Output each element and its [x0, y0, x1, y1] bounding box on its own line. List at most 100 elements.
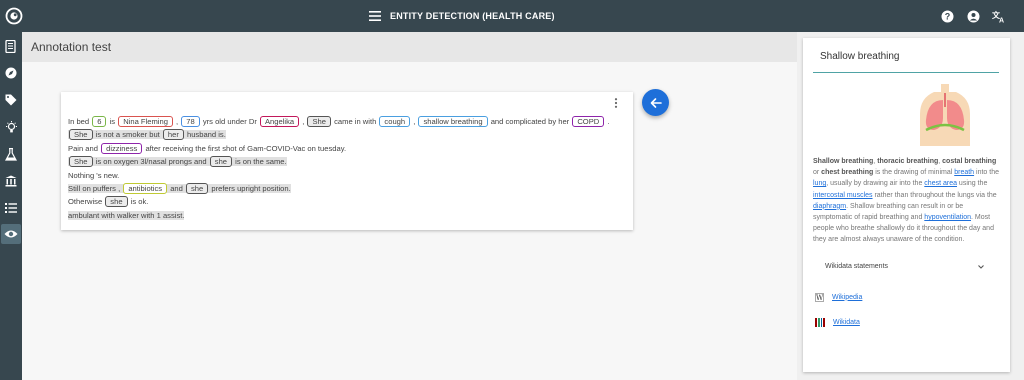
menu-icon[interactable]	[368, 9, 382, 23]
top-app-bar: ENTITY DETECTION (HEALTH CARE) ? 文A	[0, 0, 1024, 32]
plain-text: .	[605, 117, 610, 126]
translate-icon[interactable]: 文A	[992, 9, 1006, 23]
entity-chip-pron[interactable]: she	[209, 156, 233, 168]
plain-text: is	[107, 117, 118, 126]
knowledge-panel: Shallow breathing Shallow breathing, tho…	[802, 32, 1024, 380]
plain-text: ambulant with walker with 1 assist.	[68, 210, 185, 220]
back-fab[interactable]	[642, 89, 669, 116]
entity-chip-symptom[interactable]: shallow breathing	[418, 116, 488, 127]
sentence-line: ambulant with walker with 1 assist.	[68, 209, 610, 222]
plain-text: and	[168, 183, 185, 193]
entity-chip-symptom[interactable]: cough	[379, 116, 411, 127]
sentence-text: She is not a smoker but her husband is.	[68, 129, 226, 141]
plain-text: came in with	[331, 117, 379, 126]
wikidata-icon	[815, 317, 825, 327]
sentence-line: Nothing 's new.	[68, 169, 610, 182]
lungs-illustration	[914, 84, 976, 146]
entity-info-card: Shallow breathing Shallow breathing, tho…	[803, 38, 1010, 372]
sentence-text: In bed 6 is Nina Fleming , 78 yrs old un…	[68, 116, 610, 127]
wikidata-link-row[interactable]: Wikidata	[815, 316, 860, 328]
entity-chip-num[interactable]: 6	[92, 116, 107, 127]
sentence-line: Pain and dizziness after receiving the f…	[68, 142, 610, 155]
more-vert-icon[interactable]	[613, 98, 619, 108]
plain-text: prefers upright position.	[209, 183, 291, 193]
page-header: Annotation test	[22, 32, 797, 62]
link-breath[interactable]: breath	[954, 169, 974, 176]
museum-icon[interactable]	[3, 173, 19, 189]
plain-text: Nothing 's new.	[68, 170, 120, 180]
compass-icon[interactable]	[3, 65, 19, 81]
link-hypoventilation[interactable]: hypoventilation	[924, 214, 971, 221]
wikipedia-link-row[interactable]: W Wikipedia	[815, 291, 862, 303]
plain-text: ,	[173, 117, 181, 126]
svg-text:?: ?	[944, 11, 950, 21]
plain-text: after receiving the first shot of Gam-CO…	[143, 143, 347, 153]
eye-icon[interactable]	[1, 224, 21, 244]
tag-icon[interactable]	[3, 92, 19, 108]
entity-chip-pron[interactable]: her	[162, 129, 184, 141]
sentence-text: Nothing 's new.	[68, 171, 119, 180]
plain-text: is on the same.	[233, 157, 287, 167]
link-intercostal-muscles[interactable]: intercostal muscles	[813, 192, 873, 199]
list-icon[interactable]	[3, 200, 19, 216]
left-nav-rail	[0, 32, 22, 380]
plain-text: is ok.	[128, 197, 149, 207]
wikidata-link[interactable]: Wikidata	[833, 319, 860, 326]
entity-chip-disease[interactable]: COPD	[572, 116, 605, 127]
sentence-line: In bed 6 is Nina Fleming , 78 yrs old un…	[68, 115, 610, 128]
plain-text: Otherwise	[68, 197, 105, 207]
flask-icon[interactable]	[3, 146, 19, 162]
entity-chip-pron[interactable]: She	[69, 129, 93, 141]
document-icon[interactable]	[3, 38, 19, 54]
entity-chip-drug[interactable]: antibiotics	[123, 182, 168, 194]
sentence-text: ambulant with walker with 1 assist.	[68, 210, 185, 220]
sentence-text: She is on oxygen 3l/nasal prongs and she…	[68, 156, 287, 168]
entity-description: Shallow breathing, thoracic breathing, c…	[813, 158, 999, 244]
help-icon[interactable]: ?	[940, 9, 954, 23]
sentence-line: Otherwise she is ok.	[68, 195, 610, 208]
plain-text: is on oxygen 3l/nasal prongs and	[93, 157, 209, 167]
plain-text: husband is.	[184, 130, 226, 140]
logo-icon[interactable]	[4, 6, 24, 26]
annotated-text: In bed 6 is Nina Fleming , 78 yrs old un…	[68, 115, 610, 222]
entity-chip-disease[interactable]: dizziness	[101, 142, 143, 154]
chevron-down-icon	[977, 263, 985, 273]
entity-chip-doc[interactable]: Angelika	[259, 116, 300, 127]
entity-chip-person[interactable]: Nina Fleming	[118, 116, 173, 127]
wikipedia-link[interactable]: Wikipedia	[832, 294, 862, 301]
lightbulb-icon[interactable]	[3, 119, 19, 135]
sentence-text: Otherwise she is ok.	[68, 196, 149, 208]
link-lung[interactable]: lung	[813, 180, 826, 187]
entity-title: Shallow breathing	[820, 51, 900, 62]
link-chest-area[interactable]: chest area	[924, 180, 957, 187]
sentence-line: She is not a smoker but her husband is.	[68, 128, 610, 141]
sentence-line: She is on oxygen 3l/nasal prongs and she…	[68, 155, 610, 168]
plain-text: Still on puffers ,	[68, 183, 123, 193]
entity-chip-pron[interactable]: she	[185, 182, 209, 194]
arrow-back-icon	[650, 97, 662, 108]
app-title: ENTITY DETECTION (HEALTH CARE)	[390, 11, 555, 21]
wikipedia-icon: W	[815, 292, 824, 302]
wikidata-statements-label: Wikidata statements	[825, 263, 889, 270]
wikidata-statements-toggle[interactable]: Wikidata statements	[825, 263, 985, 275]
plain-text: yrs old under Dr	[200, 117, 259, 126]
entity-chip-age[interactable]: 78	[181, 116, 200, 127]
annotation-card: In bed 6 is Nina Fleming , 78 yrs old un…	[61, 92, 633, 230]
plain-text: Pain and	[68, 143, 101, 153]
plain-text: ,	[300, 117, 307, 126]
entity-chip-pron[interactable]: She	[307, 116, 331, 127]
entity-chip-pron[interactable]: she	[105, 196, 128, 208]
page-title: Annotation test	[31, 40, 112, 54]
plain-text: In bed	[68, 117, 92, 126]
sentence-text: Pain and dizziness after receiving the f…	[68, 142, 347, 154]
sentence-text: Still on puffers , antibiotics and she p…	[68, 182, 291, 194]
title-divider	[813, 72, 999, 73]
plain-text: and complicated by her	[488, 117, 572, 126]
sentence-line: Still on puffers , antibiotics and she p…	[68, 182, 610, 195]
plain-text: ,	[411, 117, 418, 126]
account-icon[interactable]	[966, 9, 980, 23]
entity-chip-pron[interactable]: She	[69, 156, 93, 168]
link-diaphragm[interactable]: diaphragm	[813, 203, 846, 210]
plain-text: is not a smoker but	[93, 130, 162, 140]
svg-text:A: A	[999, 17, 1004, 23]
